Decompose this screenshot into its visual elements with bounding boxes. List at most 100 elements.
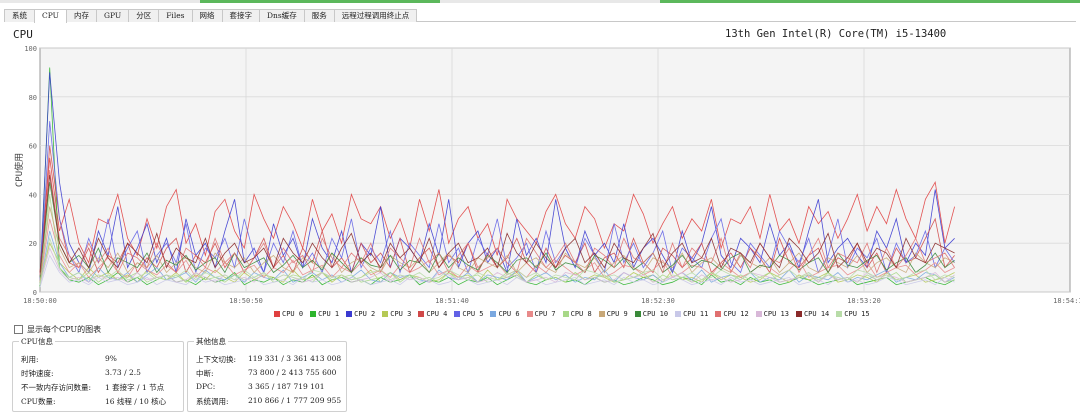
other-info-title: 其他信息 [194, 336, 228, 347]
info-row: DPC: 3 365 / 187 719 101 [196, 382, 324, 391]
legend-entry: CPU 0 [274, 310, 303, 318]
info-row: 上下文切换: 119 331 / 3 361 413 008 [196, 354, 341, 365]
info-label: 时钟速度: [21, 369, 54, 378]
x-tick-label: 18:53:20 [847, 297, 881, 305]
info-row: 时钟速度: 3.73 / 2.5 [21, 368, 141, 379]
legend-label: CPU 12 [723, 310, 749, 318]
tab-item[interactable]: 网络 [191, 9, 223, 22]
legend-entry: CPU 4 [418, 310, 447, 318]
legend-entry: CPU 5 [454, 310, 483, 318]
legend-entry: CPU 2 [346, 310, 375, 318]
y-tick-label: 40 [29, 191, 37, 199]
legend-swatch [598, 311, 605, 317]
legend-entry: CPU 10 [634, 310, 669, 318]
chart-legend: CPU 0 CPU 1 CPU 2 CPU 3 CPU 4 CPU 5 CPU 6 CPU 7… [274, 310, 877, 318]
legend-entry: CPU 3 [382, 310, 411, 318]
legend-swatch [382, 311, 389, 317]
info-value: 1 套接字 / 1 节点 [105, 383, 165, 392]
tab-bar: 系统 CPU 内存 GPU 分区 Files 网络 套接字 Dns缓存 服务 远程过程调用终止点 [4, 9, 1076, 23]
info-value: 210 866 / 1 777 209 955 [248, 396, 342, 405]
legend-swatch [562, 311, 569, 317]
cpu-model-name: 13th Gen Intel(R) Core(TM) i5-13400 [725, 28, 947, 40]
tab-item[interactable]: CPU [34, 9, 67, 23]
legend-entry: CPU 8 [562, 310, 592, 318]
legend-label: CPU 3 [390, 310, 412, 318]
y-tick-label: 80 [29, 94, 37, 102]
info-row: 不一致内存访问数量: 1 套接字 / 1 节点 [21, 382, 164, 393]
cpu-usage-chart: 0 20 40 60 80 100 18:50:00 18:50:50 18:51:40 18:5… [13, 45, 1080, 305]
info-row: 系统调用: 210 866 / 1 777 209 955 [196, 396, 341, 407]
info-value: 3.73 / 2.5 [105, 368, 141, 377]
top-status-strip [0, 0, 1080, 3]
legend-label: CPU 15 [844, 310, 870, 318]
legend-label: CPU 5 [462, 310, 484, 318]
y-tick-label: 100 [24, 45, 37, 53]
show-each-cpu-checkbox[interactable]: 显示每个CPU的图表 [14, 324, 101, 335]
legend-swatch [418, 311, 425, 317]
legend-swatch [715, 311, 722, 317]
tab-item[interactable]: 内存 [65, 9, 97, 22]
legend-label: CPU 8 [570, 310, 592, 318]
legend-swatch [795, 311, 802, 317]
cpu-info-group: CPU信息 利用: 9% 时钟速度: 3.73 / 2.5 不一致内存访问数量:… [12, 336, 184, 412]
legend-entry: CPU 12 [715, 310, 749, 318]
tab-item[interactable]: 远程过程调用终止点 [333, 9, 418, 22]
info-row: 中断: 73 800 / 2 413 755 600 [196, 368, 336, 379]
tab-item[interactable]: 服务 [303, 9, 335, 22]
legend-swatch [454, 311, 461, 317]
y-tick-label: 60 [29, 143, 37, 151]
legend-swatch [274, 311, 280, 317]
tab-item[interactable]: Dns缓存 [259, 9, 305, 22]
info-label: 中断: [196, 369, 214, 378]
checkbox-box[interactable] [14, 325, 23, 334]
legend-label: CPU 6 [498, 310, 520, 318]
x-tick-label: 18:51:40 [435, 297, 469, 305]
x-tick-label: 18:50:00 [23, 297, 57, 305]
info-value: 16 线程 / 10 核心 [105, 397, 167, 406]
info-row: CPU数量: 16 线程 / 10 核心 [21, 396, 166, 407]
cpu-info-title: CPU信息 [19, 336, 55, 347]
legend-swatch [836, 311, 843, 317]
info-row: 利用: 9% [21, 354, 117, 365]
legend-entry: CPU 13 [755, 310, 789, 318]
legend-label: CPU 2 [354, 310, 376, 318]
tab-item[interactable]: 分区 [128, 9, 160, 22]
status-strip-segment [660, 0, 1080, 3]
legend-label: CPU 7 [534, 310, 556, 318]
tab-item[interactable]: 套接字 [221, 9, 261, 22]
info-label: 不一致内存访问数量: [21, 383, 92, 392]
info-value: 119 331 / 3 361 413 008 [248, 354, 342, 363]
legend-swatch [346, 311, 353, 317]
tab-item[interactable]: 系统 [4, 9, 35, 22]
tab-item[interactable]: Files [158, 9, 193, 22]
legend-entry: CPU 7 [526, 310, 556, 318]
y-axis-label: CPU使用 [13, 153, 25, 187]
page-title: CPU [13, 28, 33, 41]
legend-entry: CPU 15 [836, 310, 870, 318]
legend-swatch [526, 311, 533, 317]
info-label: CPU数量: [21, 397, 56, 406]
legend-entry: CPU 9 [598, 310, 628, 318]
x-tick-label: 18:54:10 [1053, 297, 1080, 305]
legend-label: CPU 4 [426, 310, 448, 318]
info-label: DPC: [196, 382, 216, 391]
info-label: 上下文切换: [196, 355, 237, 364]
legend-label: CPU 11 [683, 310, 709, 318]
y-tick-label: 0 [33, 289, 37, 297]
legend-entry: CPU 11 [675, 310, 708, 318]
show-each-cpu-label: 显示每个CPU的图表 [27, 325, 102, 334]
legend-swatch [755, 311, 762, 317]
tab-item[interactable]: GPU [95, 9, 130, 22]
x-tick-label: 18:52:30 [641, 297, 675, 305]
y-tick-label: 20 [29, 240, 37, 248]
other-info-group: 其他信息 上下文切换: 119 331 / 3 361 413 008 中断: … [187, 336, 347, 412]
legend-swatch [634, 311, 641, 317]
x-tick-label: 18:50:50 [229, 297, 263, 305]
legend-entry: CPU 1 [310, 310, 339, 318]
legend-label: CPU 10 [642, 310, 669, 318]
legend-label: CPU 0 [282, 310, 304, 318]
info-value: 3 365 / 187 719 101 [248, 382, 325, 391]
info-label: 系统调用: [196, 397, 229, 406]
legend-swatch [310, 311, 317, 317]
info-value: 73 800 / 2 413 755 600 [248, 368, 337, 377]
